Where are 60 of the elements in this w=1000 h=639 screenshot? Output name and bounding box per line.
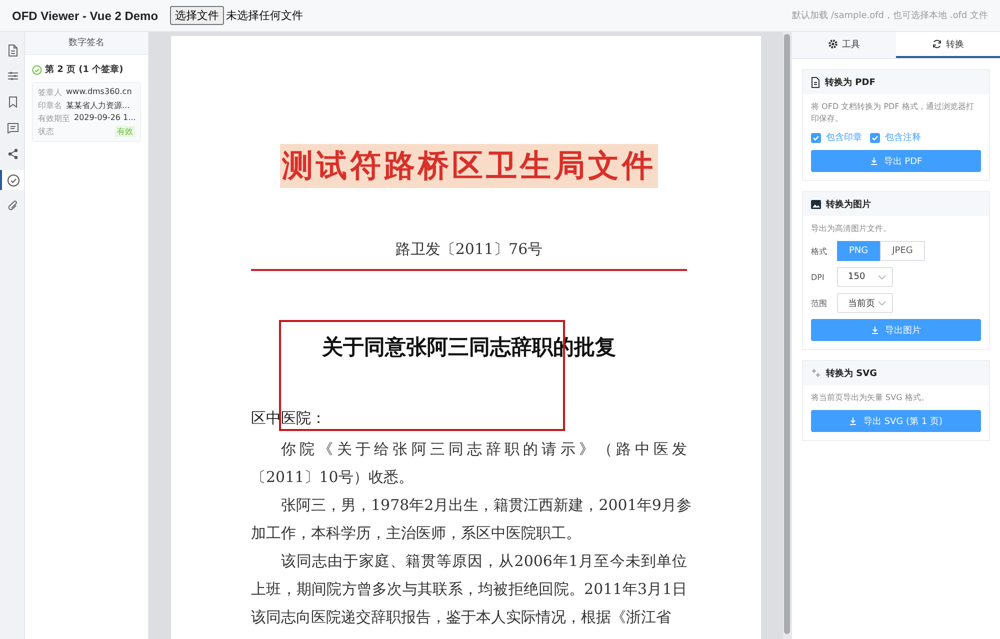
body-text-line: 该同志向医院递交辞职报告，鉴于本人实际情况，根据《浙江省 bbox=[251, 607, 672, 628]
body-text-line: 该同志由于家庭、籍贯等原因，从2006年1月至今未到单位 bbox=[280, 551, 687, 572]
checkbox[interactable] bbox=[811, 132, 821, 142]
field-label: 有效期至 bbox=[38, 113, 70, 124]
signature-card[interactable]: 签章人 www.dms360.cn 印章名 某某省人力资源... 有效期至 2029-09-26 1... 状态 有效 bbox=[32, 82, 141, 142]
hint-text: 默认加载 /sample.ofd，也可选择本地 .ofd 文件 bbox=[792, 10, 988, 22]
card-title: 转换为 SVG bbox=[826, 367, 877, 380]
field-value: www.dms360.cn bbox=[66, 87, 132, 98]
select-field[interactable]: 150 bbox=[837, 267, 893, 287]
panel-tab[interactable]: 转换 bbox=[896, 32, 1000, 58]
app-title: OFD Viewer - Vue 2 Demo bbox=[12, 8, 158, 22]
body-text-line: 〔2011〕10号）收悉。 bbox=[251, 467, 414, 488]
scrollbar-thumb[interactable] bbox=[784, 34, 790, 634]
file-status: 未选择任何文件 bbox=[226, 8, 304, 23]
field-value: 某某省人力资源... bbox=[66, 100, 130, 111]
share-icon bbox=[7, 148, 19, 160]
refresh-icon bbox=[932, 39, 942, 49]
body-text-line: 上班，期间院方曾多次与其联系，均被拒绝回院。2011年3月1日 bbox=[251, 579, 687, 600]
check-circle-icon bbox=[32, 64, 42, 74]
bookmark-icon bbox=[8, 96, 18, 108]
page-group-label[interactable]: 第 2 页 (1 个签章) bbox=[45, 63, 124, 76]
card-title: 转换为 PDF bbox=[825, 76, 876, 88]
card-description: 将当前页导出为矢量 SVG 格式。 bbox=[811, 392, 930, 404]
card-description: 导出为高清图片文件。 bbox=[811, 223, 892, 235]
check-circle-icon bbox=[6, 174, 20, 186]
field-label: 状态 bbox=[38, 126, 54, 137]
status-tag: 有效 bbox=[115, 126, 135, 137]
body-text-line: 你院《关于给张阿三同志辞职的请示》（路中医发 bbox=[280, 439, 687, 460]
chevron-down-icon bbox=[878, 300, 886, 306]
chevron-down-icon bbox=[878, 274, 886, 280]
format-option[interactable]: JPEG bbox=[880, 241, 925, 261]
choose-file-button[interactable]: 选择文件 bbox=[170, 6, 224, 25]
paperclip-icon bbox=[7, 200, 19, 212]
document-number: 路卫发〔2011〕76号 bbox=[394, 240, 544, 259]
document-icon bbox=[811, 76, 820, 88]
image-icon bbox=[811, 200, 821, 208]
sidebar-title: 数字签名 bbox=[25, 32, 148, 55]
salutation: 区中医院： bbox=[251, 408, 327, 429]
field-value: 2029-09-26 1... bbox=[74, 113, 136, 124]
select-field[interactable]: 当前页 bbox=[837, 293, 893, 313]
field-label: 范围 bbox=[811, 298, 828, 308]
document-icon bbox=[7, 44, 19, 56]
sliders-icon bbox=[7, 70, 19, 82]
rail-tab[interactable] bbox=[0, 170, 24, 190]
card-description: 将 OFD 文档转换为 PDF 格式，通过浏览器打印保存。 bbox=[811, 101, 975, 125]
panel-tab[interactable]: 工具 bbox=[792, 32, 896, 58]
body-text-line: 加工作，本科学历，主治医师，系区中医院职工。 bbox=[251, 523, 582, 544]
sparkle-icon bbox=[811, 368, 821, 378]
field-label: 签章人 bbox=[38, 87, 62, 98]
field-label: DPI bbox=[811, 272, 826, 282]
download-icon bbox=[849, 417, 858, 425]
field-label: 格式 bbox=[811, 246, 828, 256]
settings-icon bbox=[828, 39, 838, 49]
document-title: 测试符路桥区卫生局文件 bbox=[280, 144, 658, 188]
card-title: 转换为图片 bbox=[826, 198, 871, 210]
download-icon bbox=[870, 157, 878, 165]
field-label: 印章名 bbox=[38, 100, 62, 111]
comment-icon bbox=[7, 122, 19, 134]
checkbox[interactable] bbox=[870, 132, 880, 142]
download-icon bbox=[871, 326, 879, 334]
